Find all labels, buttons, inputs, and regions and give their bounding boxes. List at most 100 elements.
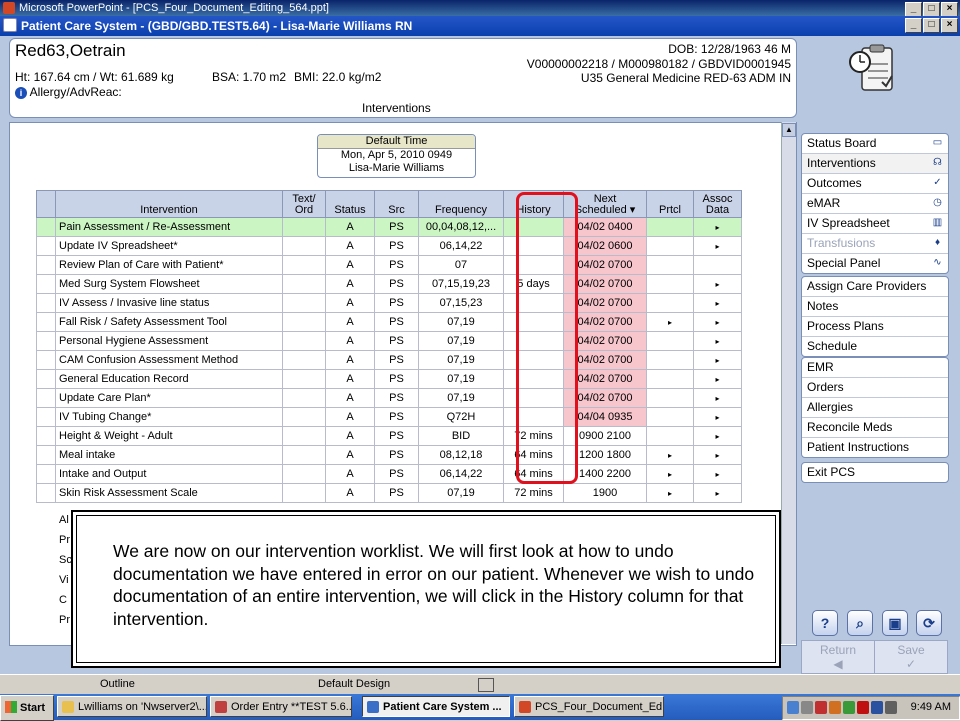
- nav-item-process-plans[interactable]: Process Plans: [802, 317, 948, 337]
- tray-icon[interactable]: [885, 701, 897, 714]
- tray-icon[interactable]: [857, 701, 869, 714]
- cell-prtcl[interactable]: [646, 293, 694, 313]
- col-header-status[interactable]: Status: [325, 190, 375, 218]
- tray-icon[interactable]: [815, 701, 827, 714]
- cell-assoc[interactable]: ▸: [693, 369, 742, 389]
- row-selector[interactable]: [36, 426, 56, 446]
- col-header-prtcl[interactable]: Prtcl: [646, 190, 694, 218]
- cell-intervention[interactable]: Update IV Spreadsheet*: [55, 236, 283, 256]
- col-header-assoc-data[interactable]: Assoc Data: [693, 190, 742, 218]
- cell-prtcl[interactable]: ▸: [646, 312, 694, 332]
- row-selector[interactable]: [36, 236, 56, 256]
- cell-intervention[interactable]: Review Plan of Care with Patient*: [55, 255, 283, 275]
- cell-prtcl[interactable]: [646, 407, 694, 427]
- task-order-entry[interactable]: Order Entry **TEST 5.6...: [210, 696, 352, 717]
- table-row[interactable]: Review Plan of Care with Patient* A PS 07 04…: [36, 255, 742, 275]
- maximize-button[interactable]: □: [923, 2, 940, 17]
- table-row[interactable]: General Education Record A PS 07,19 04/02 07…: [36, 369, 742, 389]
- col-header-src[interactable]: Src: [374, 190, 419, 218]
- spellcheck-icon[interactable]: [478, 678, 494, 692]
- row-selector[interactable]: [36, 293, 56, 313]
- task-patient-care-system[interactable]: Patient Care System ...: [362, 696, 510, 717]
- scroll-up-arrow[interactable]: ▲: [782, 123, 796, 137]
- nav-item-emr[interactable]: EMR: [802, 358, 948, 378]
- nav-item-iv-spreadsheet[interactable]: IV Spreadsheet ▥: [802, 214, 948, 234]
- app-minimize-button[interactable]: _: [905, 18, 922, 33]
- row-selector[interactable]: [36, 407, 56, 427]
- cell-prtcl[interactable]: [646, 236, 694, 256]
- nav-item-notes[interactable]: Notes: [802, 297, 948, 317]
- tray-icon[interactable]: [829, 701, 841, 714]
- row-selector[interactable]: [36, 312, 56, 332]
- cell-assoc[interactable]: ▸: [693, 445, 742, 465]
- row-selector[interactable]: [36, 369, 56, 389]
- cell-assoc[interactable]: ▸: [693, 350, 742, 370]
- cell-intervention[interactable]: Pain Assessment / Re-Assessment: [55, 217, 283, 237]
- cell-intervention[interactable]: IV Tubing Change*: [55, 407, 283, 427]
- cell-prtcl[interactable]: [646, 369, 694, 389]
- tray-icon[interactable]: [843, 701, 855, 714]
- row-selector[interactable]: [36, 255, 56, 275]
- cell-intervention[interactable]: Skin Risk Assessment Scale: [55, 483, 283, 503]
- table-row[interactable]: Skin Risk Assessment Scale A PS 07,19 72 min…: [36, 483, 742, 503]
- row-selector[interactable]: [36, 331, 56, 351]
- return-button[interactable]: Return ◀: [801, 640, 875, 674]
- cell-intervention[interactable]: Intake and Output: [55, 464, 283, 484]
- cell-prtcl[interactable]: [646, 255, 694, 275]
- cell-history[interactable]: 72 mins: [503, 483, 564, 503]
- cell-intervention[interactable]: CAM Confusion Assessment Method: [55, 350, 283, 370]
- search-button[interactable]: ⌕: [847, 610, 873, 636]
- col-header-text-ord[interactable]: Text/Ord: [282, 190, 326, 218]
- lock-button[interactable]: ▣: [882, 610, 908, 636]
- cell-assoc[interactable]: ▸: [693, 407, 742, 427]
- cell-assoc[interactable]: ▸: [693, 312, 742, 332]
- nav-item-schedule[interactable]: Schedule: [802, 337, 948, 356]
- nav-item-exit-pcs[interactable]: Exit PCS: [802, 463, 948, 482]
- cell-intervention[interactable]: Med Surg System Flowsheet: [55, 274, 283, 294]
- row-selector[interactable]: [36, 483, 56, 503]
- cell-intervention[interactable]: Update Care Plan*: [55, 388, 283, 408]
- task-lwilliams[interactable]: Lwilliams on 'Nwserver2\...: [57, 696, 207, 717]
- nav-item-reconcile-meds[interactable]: Reconcile Meds: [802, 418, 948, 438]
- app-maximize-button[interactable]: □: [923, 18, 940, 33]
- cell-prtcl[interactable]: ▸: [646, 445, 694, 465]
- allergy-row[interactable]: i Allergy/AdvReac:: [15, 85, 122, 99]
- partial-row-label[interactable]: C: [37, 590, 71, 610]
- cell-assoc[interactable]: ▸: [693, 293, 742, 313]
- nav-item-allergies[interactable]: Allergies: [802, 398, 948, 418]
- task-powerpoint[interactable]: PCS_Four_Document_Ed...: [514, 696, 664, 717]
- col-header-frequency[interactable]: Frequency: [418, 190, 504, 218]
- table-row[interactable]: Update Care Plan* A PS 07,19 04/02 0700 ▸: [36, 388, 742, 408]
- table-row[interactable]: IV Tubing Change* A PS Q72H 04/04 0935 ▸: [36, 407, 742, 427]
- row-selector[interactable]: [36, 217, 56, 237]
- table-row[interactable]: Height & Weight - Adult A PS BID 72 mins 0900…: [36, 426, 742, 446]
- table-row[interactable]: Pain Assessment / Re-Assessment A PS 00,04,…: [36, 217, 742, 237]
- cell-prtcl[interactable]: ▸: [646, 483, 694, 503]
- clock[interactable]: 9:49 AM: [911, 701, 951, 713]
- row-selector[interactable]: [36, 388, 56, 408]
- vertical-scrollbar[interactable]: [781, 122, 796, 644]
- row-selector[interactable]: [36, 274, 56, 294]
- partial-row-label[interactable]: Sc: [37, 550, 72, 570]
- nav-item-emar[interactable]: eMAR ◷: [802, 194, 948, 214]
- row-selector[interactable]: [36, 464, 56, 484]
- table-row[interactable]: Update IV Spreadsheet* A PS 06,14,22 04/02 0…: [36, 236, 742, 256]
- table-row[interactable]: CAM Confusion Assessment Method A PS 07,19 0…: [36, 350, 742, 370]
- close-button[interactable]: ×: [941, 2, 958, 17]
- cell-prtcl[interactable]: [646, 331, 694, 351]
- cell-assoc[interactable]: ▸: [693, 274, 742, 294]
- cell-intervention[interactable]: Fall Risk / Safety Assessment Tool: [55, 312, 283, 332]
- save-button[interactable]: Save ✓: [874, 640, 948, 674]
- cell-intervention[interactable]: Personal Hygiene Assessment: [55, 331, 283, 351]
- cell-intervention[interactable]: Meal intake: [55, 445, 283, 465]
- nav-item-orders[interactable]: Orders: [802, 378, 948, 398]
- minimize-button[interactable]: _: [905, 2, 922, 17]
- partial-row-label[interactable]: Pr: [37, 530, 71, 550]
- table-row[interactable]: Personal Hygiene Assessment A PS 07,19 04/02…: [36, 331, 742, 351]
- tray-icon[interactable]: [871, 701, 883, 714]
- cell-intervention[interactable]: General Education Record: [55, 369, 283, 389]
- nav-item-assign-care-providers[interactable]: Assign Care Providers: [802, 277, 948, 297]
- cell-intervention[interactable]: IV Assess / Invasive line status: [55, 293, 283, 313]
- cell-assoc[interactable]: ▸: [693, 236, 742, 256]
- cell-intervention[interactable]: Height & Weight - Adult: [55, 426, 283, 446]
